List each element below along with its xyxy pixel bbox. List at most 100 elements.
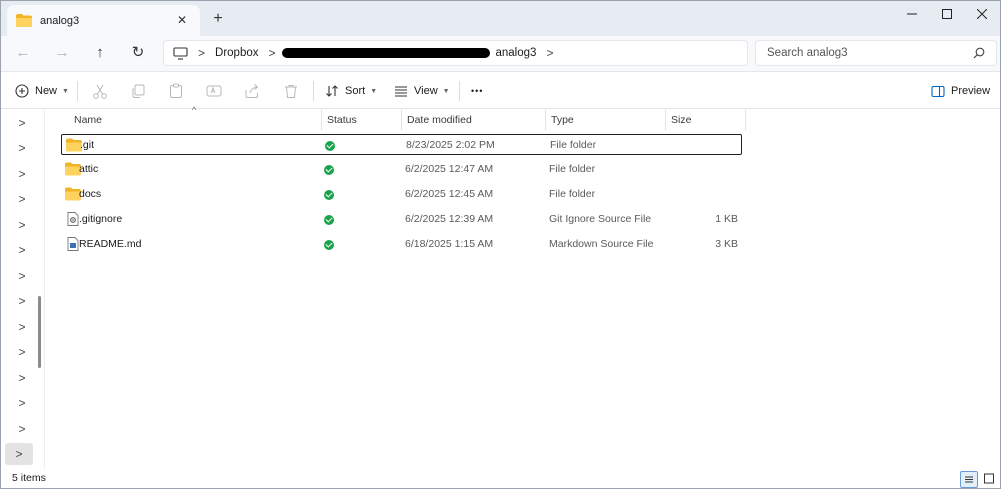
nav-expand-chevron-icon[interactable]: > (11, 239, 33, 261)
file-type: File folder (550, 139, 597, 151)
forward-button[interactable]: → (50, 42, 74, 64)
file-type: Git Ignore Source File (549, 213, 652, 225)
close-tab-icon[interactable]: ✕ (174, 12, 190, 28)
nav-expand-chevron-icon[interactable]: > (11, 214, 33, 236)
nav-expand-chevron-icon[interactable]: > (11, 188, 33, 210)
tab-analog3[interactable]: analog3 ✕ (7, 5, 200, 36)
file-row-docs[interactable]: docs 6/2/2025 12:45 AM File folder (61, 184, 742, 205)
breadcrumb-separator: > (268, 46, 276, 60)
file-date: 6/2/2025 12:45 AM (405, 188, 494, 200)
maximize-button[interactable] (930, 3, 964, 25)
computer-icon (173, 46, 188, 60)
divider (313, 81, 314, 101)
new-button[interactable]: New ▼ (15, 80, 69, 102)
chevron-down-icon: ▼ (62, 87, 69, 95)
file-date: 6/2/2025 12:47 AM (405, 163, 494, 175)
details-view-icon (965, 476, 973, 483)
file-row-git[interactable]: .git 8/23/2025 2:02 PM File folder (61, 134, 742, 155)
preview-button[interactable]: Preview (931, 80, 990, 102)
nav-expand-chevron-icon[interactable]: > (11, 341, 33, 363)
view-icon (395, 86, 407, 97)
nav-expand-chevron-icon[interactable]: > (11, 367, 33, 389)
back-button[interactable]: ← (11, 42, 35, 64)
view-button[interactable]: View ▼ (394, 80, 450, 102)
sort-icon (326, 85, 338, 97)
copy-icon[interactable] (129, 82, 147, 100)
paste-icon[interactable] (167, 82, 185, 100)
minimize-button[interactable] (895, 3, 929, 25)
chevron-down-icon: ▼ (370, 87, 378, 95)
more-options-button[interactable]: ••• (471, 80, 483, 102)
address-bar[interactable]: > Dropbox > analog3 > (163, 40, 748, 66)
nav-expand-chevron-icon[interactable]: > (11, 112, 33, 134)
title-bar: analog3 ✕ + (1, 1, 1000, 36)
navigation-pane: > > > > > > > > > > > > > > (1, 109, 45, 469)
file-size (679, 184, 738, 205)
preview-pane-icon (931, 85, 945, 97)
file-date: 6/18/2025 1:15 AM (405, 238, 494, 250)
up-button[interactable]: ↑ (88, 42, 112, 64)
refresh-button[interactable]: ↻ (126, 42, 150, 64)
breadcrumb-analog3[interactable]: analog3 (496, 47, 537, 59)
column-header-size[interactable]: Size (666, 109, 746, 131)
file-list: ^ Name Status Date modified Type Size .g… (46, 105, 1000, 469)
sort-label: Sort (345, 85, 366, 97)
nav-expand-chevron-icon[interactable]: > (11, 418, 33, 440)
file-size: 3 KB (715, 238, 738, 250)
nav-scrollbar[interactable] (38, 296, 41, 368)
column-header-date[interactable]: Date modified (402, 109, 546, 131)
file-type: File folder (549, 188, 596, 200)
new-label: New (35, 85, 58, 97)
file-row-attic[interactable]: attic 6/2/2025 12:47 AM File folder (61, 159, 742, 180)
tiles-view-icon (984, 473, 994, 484)
column-headers: ^ Name Status Date modified Type Size (46, 105, 746, 131)
details-view-button[interactable] (960, 471, 978, 488)
item-count: 5 items (12, 472, 46, 484)
close-window-button[interactable] (965, 3, 999, 25)
file-size: 1 KB (715, 213, 738, 225)
column-header-status[interactable]: Status (322, 109, 402, 131)
search-placeholder: Search analog3 (767, 47, 848, 59)
cut-icon[interactable] (91, 82, 109, 100)
synced-check-icon (324, 240, 334, 250)
rename-icon[interactable] (205, 82, 223, 100)
file-size (679, 159, 738, 180)
address-row: ← → ↑ ↻ > Dropbox > analog3 > Search ana… (1, 36, 1000, 71)
new-tab-button[interactable]: + (208, 10, 228, 30)
synced-check-icon (325, 141, 335, 151)
file-row-readme[interactable]: README.md 6/18/2025 1:15 AM Markdown Sou… (61, 234, 742, 255)
file-type: Markdown Source File (549, 238, 654, 250)
file-name: docs (79, 188, 102, 200)
column-header-name[interactable]: Name (69, 109, 322, 131)
file-size (680, 135, 739, 156)
file-date: 8/23/2025 2:02 PM (406, 139, 495, 151)
nav-expand-chevron-icon[interactable]: > (11, 392, 33, 414)
breadcrumb-separator: > (546, 46, 554, 60)
breadcrumb-dropbox[interactable]: Dropbox (215, 47, 258, 59)
redacted-path (281, 48, 490, 58)
search-icon (973, 47, 985, 59)
sort-button[interactable]: Sort ▼ (325, 80, 377, 102)
column-header-type[interactable]: Type (546, 109, 666, 131)
search-input[interactable]: Search analog3 (755, 40, 997, 66)
breadcrumb-separator: > (198, 46, 206, 60)
nav-expand-chevron-icon[interactable]: > (11, 137, 33, 159)
nav-expand-chevron-icon[interactable]: > (11, 265, 33, 287)
command-bar: New ▼ Sort ▼ View ▼ ••• Preview (1, 71, 1000, 109)
maximize-icon (942, 9, 952, 19)
nav-expand-chevron-icon[interactable]: > (5, 443, 33, 465)
nav-expand-chevron-icon[interactable]: > (11, 163, 33, 185)
preview-label: Preview (951, 85, 991, 97)
file-explorer-window: analog3 ✕ + ← → ↑ ↻ > Dropbox > analog3 (0, 0, 1001, 489)
file-type: File folder (549, 163, 596, 175)
share-icon[interactable] (243, 82, 261, 100)
file-row-gitignore[interactable]: .gitignore 6/2/2025 12:39 AM Git Ignore … (61, 209, 742, 230)
plus-circle-icon (15, 84, 29, 98)
tab-title: analog3 (40, 14, 80, 27)
file-name: README.md (79, 238, 142, 250)
synced-check-icon (324, 165, 334, 175)
tiles-view-button[interactable] (981, 471, 999, 488)
delete-icon[interactable] (282, 82, 300, 100)
nav-expand-chevron-icon[interactable]: > (11, 290, 33, 312)
nav-expand-chevron-icon[interactable]: > (11, 316, 33, 338)
